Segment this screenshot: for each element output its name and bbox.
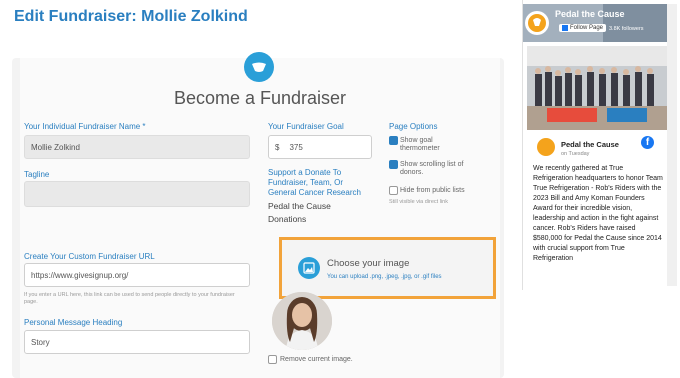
goal-value: 375 <box>289 142 303 152</box>
facebook-post-time: on Tuesday <box>561 151 590 157</box>
url-label: Create Your Custom Fundraiser URL <box>24 252 155 261</box>
upload-title: Choose your image <box>327 258 410 269</box>
facebook-cover-image: Pedal the Cause Follow Page 3.8K followe… <box>523 4 667 42</box>
image-upload-area[interactable]: Choose your image You can upload .png, .… <box>279 237 496 299</box>
facebook-widget: Pedal the Cause Follow Page 3.8K followe… <box>522 0 680 290</box>
option-goal-thermometer-label: Show goal thermometer <box>400 137 440 152</box>
remove-image-checkbox[interactable] <box>268 355 277 364</box>
name-input[interactable]: Mollie Zolkind <box>24 135 250 159</box>
tagline-input[interactable] <box>24 181 250 207</box>
facebook-post-text: We recently gathered at True Refrigerati… <box>533 165 663 262</box>
image-upload-icon <box>298 257 320 279</box>
goal-currency: $ <box>275 142 280 152</box>
name-label: Your Individual Fundraiser Name * <box>24 122 146 131</box>
url-help-text: If you enter a URL here, this link can b… <box>24 292 235 305</box>
facebook-post-author[interactable]: Pedal the Cause <box>561 140 619 149</box>
option-hide-public-checkbox[interactable] <box>389 186 398 195</box>
remove-image-label: Remove current image. <box>280 356 353 363</box>
option-goal-thermometer-checkbox[interactable] <box>389 136 398 145</box>
page-options-label: Page Options <box>389 122 438 131</box>
goal-input[interactable]: $ 375 <box>268 135 372 159</box>
url-input[interactable]: https://www.givesignup.org/ <box>24 263 250 287</box>
goal-label: Your Fundraiser Goal <box>268 122 344 131</box>
facebook-icon <box>562 25 568 31</box>
facebook-follow-button[interactable]: Follow Page <box>559 24 607 32</box>
fundraiser-badge-icon <box>244 52 274 82</box>
facebook-followers: 3.8K followers <box>609 26 644 32</box>
upload-subtitle: You can upload .png, .jpeg, .jpg, or .gi… <box>327 274 442 280</box>
follow-label: Follow Page <box>570 25 604 31</box>
facebook-scrollbar[interactable] <box>667 4 677 286</box>
facebook-logo-icon[interactable]: f <box>641 136 654 149</box>
option-scrolling-donors-label: Show scrolling list of donors. <box>400 161 464 176</box>
option-hide-public-label: Hide from public lists <box>400 187 465 194</box>
support-value[interactable]: Pedal the Cause Donations <box>268 200 368 226</box>
support-label: Support a Donate To Fundraiser, Team, Or… <box>268 168 361 197</box>
hide-note: Still visible via direct link <box>389 199 448 205</box>
facebook-post-photo <box>527 46 667 130</box>
facebook-post-avatar <box>537 138 555 156</box>
page-title: Edit Fundraiser: Mollie Zolkind <box>14 8 248 25</box>
message-heading-input[interactable]: Story <box>24 330 250 354</box>
message-heading-label: Personal Message Heading <box>24 318 123 327</box>
option-scrolling-donors-checkbox[interactable] <box>389 160 398 169</box>
facebook-page-name[interactable]: Pedal the Cause <box>555 9 625 19</box>
fundraiser-photo <box>272 292 332 350</box>
form-heading: Become a Fundraiser <box>173 88 347 108</box>
tagline-label: Tagline <box>24 170 50 179</box>
